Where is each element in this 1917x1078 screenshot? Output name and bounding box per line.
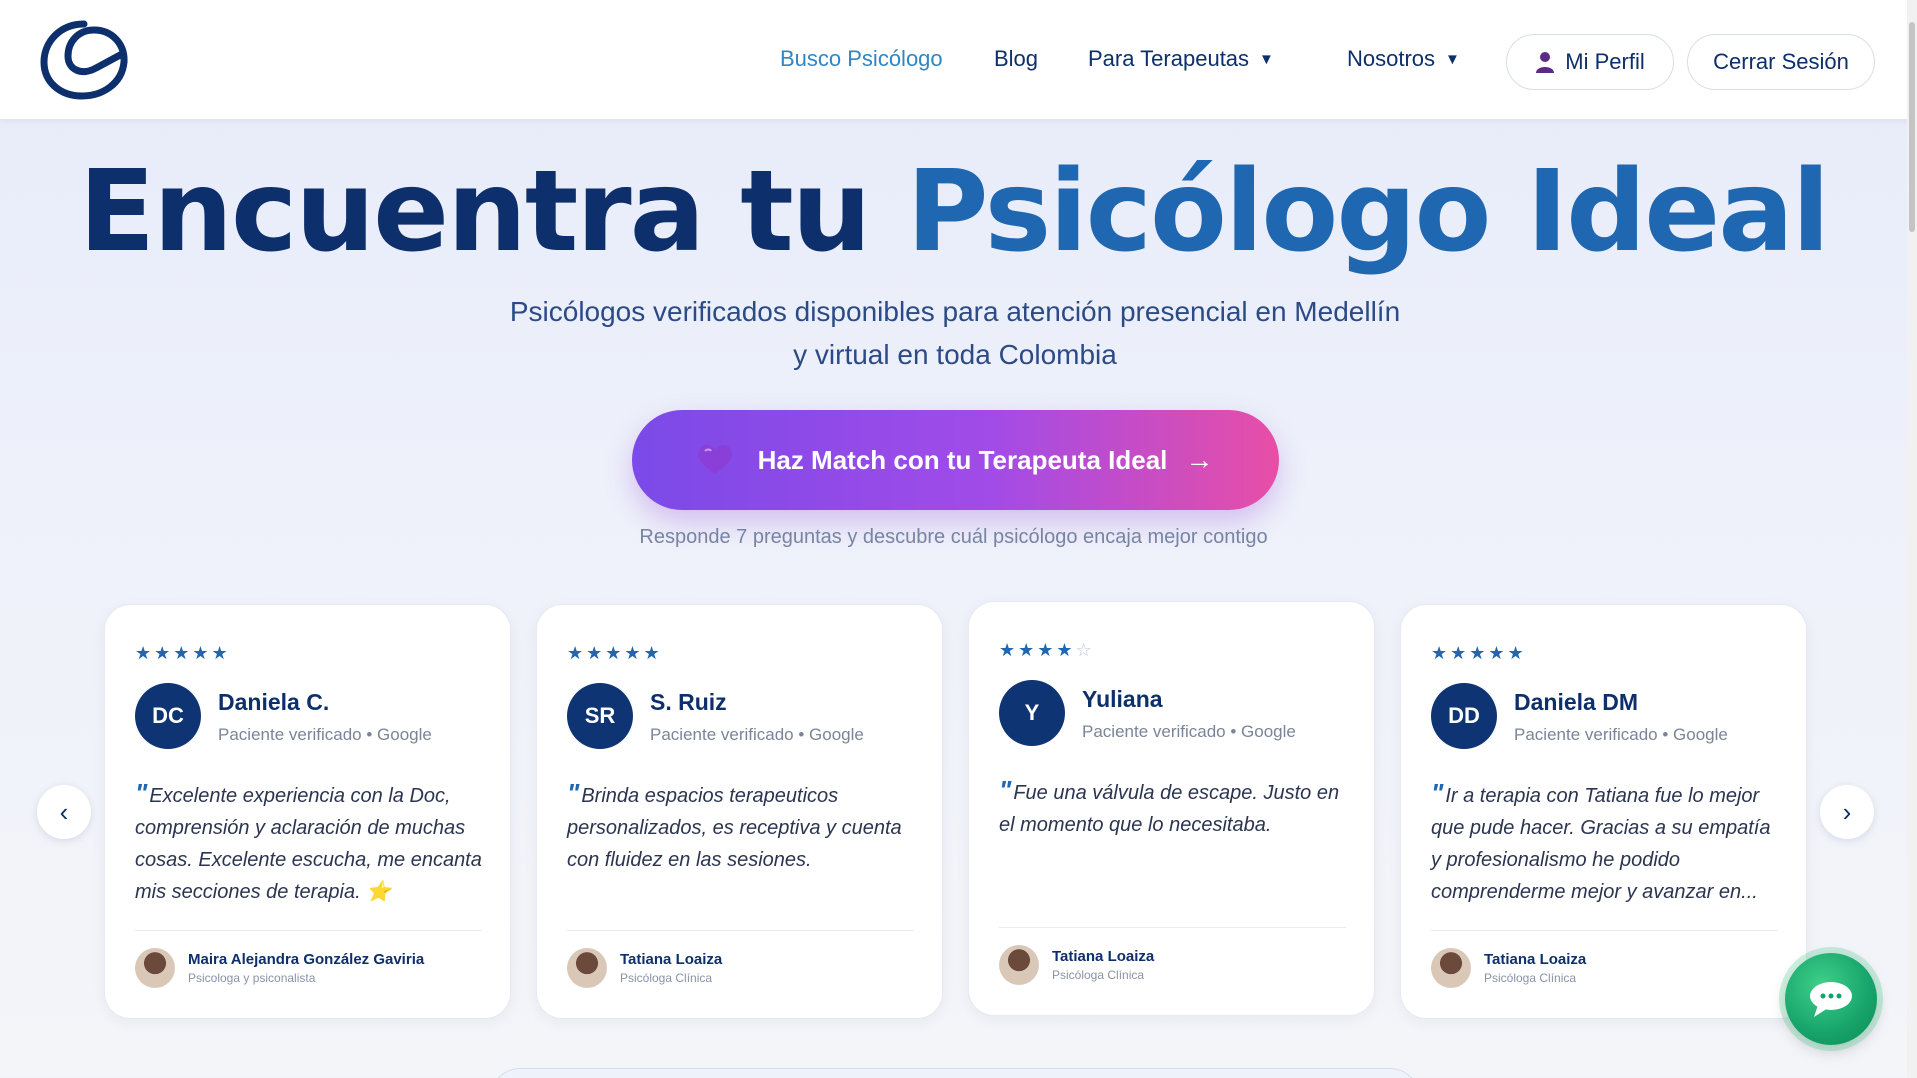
review-card: ★★★★★ DD Daniela DM Paciente verificado … — [1400, 604, 1807, 1019]
reviewer-name: S. Ruiz — [650, 689, 727, 715]
therapist-name[interactable]: Tatiana Loaiza — [1052, 948, 1154, 965]
nav-blog[interactable]: Blog — [994, 46, 1038, 72]
hero-subtitle: Psicólogos verificados disponibles para … — [509, 296, 1401, 370]
therapist-avatar — [1431, 948, 1471, 988]
nav-para-terapeutas[interactable]: Para Terapeutas ▼ — [1088, 46, 1274, 72]
star-icon: ★★★★★ — [567, 643, 663, 663]
title-part-dark: Encuentra tu — [78, 147, 872, 277]
logo-icon[interactable] — [38, 18, 130, 100]
therapist-role: Psicóloga Clínica — [1484, 971, 1577, 985]
nav-busco-psicologo[interactable]: Busco Psicólogo — [780, 46, 943, 72]
scrollbar-thumb[interactable] — [1909, 22, 1915, 232]
chevron-right-icon: › — [1842, 796, 1852, 827]
star-icon: ★★★★★ — [1431, 643, 1527, 663]
nav-nosotros-label: Nosotros — [1347, 46, 1436, 71]
mi-perfil-label: Mi Perfil — [1565, 49, 1645, 74]
avatar: SR — [567, 683, 633, 749]
cerrar-sesion-label: Cerrar Sesión — [1713, 49, 1849, 74]
avatar: DC — [135, 683, 201, 749]
rating-stars: ★★★★★ — [567, 643, 663, 664]
reviewer-name: Daniela C. — [218, 689, 330, 715]
arrow-right-icon: → — [1185, 444, 1214, 475]
cta-note: Responde 7 preguntas y descubre cuál psi… — [639, 526, 1268, 548]
reviewer-meta: Paciente verificado • Google — [1082, 722, 1296, 741]
star-icon: ★★★★★ — [135, 643, 231, 663]
review-card: ★★★★☆ Y Yuliana Paciente verificado • Go… — [968, 601, 1375, 1016]
carousel-next-button[interactable]: › — [1820, 785, 1874, 839]
therapist-name[interactable]: Tatiana Loaiza — [1484, 951, 1586, 968]
therapist-role: Psicóloga Clínica — [1052, 968, 1145, 982]
nav-nosotros[interactable]: Nosotros ▼ — [1347, 46, 1460, 72]
therapist-name[interactable]: Maira Alejandra González Gaviria — [188, 951, 424, 968]
rating-stars: ★★★★★ — [1431, 643, 1527, 664]
avatar: DD — [1431, 683, 1497, 749]
purple-heart-icon — [697, 445, 732, 474]
avatar: Y — [999, 680, 1065, 746]
reviewer-name: Yuliana — [1082, 686, 1163, 712]
review-text: " Ir a terapia con Tatiana fue lo mejor q… — [1431, 777, 1786, 908]
chevron-down-icon: ▼ — [1259, 51, 1274, 68]
therapist-avatar — [567, 948, 607, 988]
star-empty-icon: ☆ — [1075, 640, 1095, 660]
page-title: Encuentra tu Psicólogo Ideal — [0, 148, 1907, 277]
cerrar-sesion-button[interactable]: Cerrar Sesión — [1687, 34, 1875, 90]
review-body: Excelente experiencia con la Doc, compre… — [135, 785, 482, 903]
quote-icon: " — [567, 778, 580, 808]
therapist-role: Psicóloga Clínica — [620, 971, 713, 985]
quote-icon: " — [135, 778, 148, 808]
rating-stars: ★★★★☆ — [999, 640, 1095, 661]
title-part-light: Psicólogo Ideal — [906, 147, 1830, 277]
reviewer-name: Daniela DM — [1514, 689, 1638, 715]
reviewer-meta: Paciente verificado • Google — [218, 725, 432, 744]
therapist-avatar — [999, 945, 1039, 985]
divider — [999, 927, 1346, 928]
chat-widget-button[interactable] — [1785, 953, 1877, 1045]
review-card: ★★★★★ SR S. Ruiz Paciente verificado • G… — [536, 604, 943, 1019]
review-body: Brinda espacios terapeuticos personaliza… — [567, 785, 902, 871]
reviewer-meta: Paciente verificado • Google — [1514, 725, 1728, 744]
review-body: Fue una válvula de escape. Justo en el m… — [999, 782, 1340, 836]
therapist-name[interactable]: Tatiana Loaiza — [620, 951, 722, 968]
review-text: " Brinda espacios terapeuticos personaliz… — [567, 777, 922, 876]
next-section-peek — [490, 1068, 1420, 1078]
chevron-down-icon: ▼ — [1445, 51, 1460, 68]
quote-icon: " — [1431, 778, 1444, 808]
therapist-avatar — [135, 948, 175, 988]
divider — [567, 930, 914, 931]
review-text: " Excelente experiencia con la Doc, compr… — [135, 777, 490, 908]
review-body: Ir a terapia con Tatiana fue lo mejor qu… — [1431, 785, 1771, 903]
rating-stars: ★★★★★ — [135, 643, 231, 664]
match-cta-button[interactable]: Haz Match con tu Terapeuta Ideal → — [632, 410, 1279, 510]
review-card: ★★★★★ DC Daniela C. Paciente verificado … — [104, 604, 511, 1019]
site-header: Busco Psicólogo Blog Para Terapeutas ▼ No… — [0, 0, 1917, 119]
review-text: " Fue una válvula de escape. Justo en el … — [999, 774, 1354, 841]
star-icon: ★★★★ — [999, 640, 1076, 660]
carousel-prev-button[interactable]: ‹ — [37, 785, 91, 839]
mi-perfil-button[interactable]: Mi Perfil — [1506, 34, 1674, 90]
divider — [1431, 930, 1778, 931]
chevron-left-icon: ‹ — [59, 796, 69, 827]
therapist-role: Psicologa y psiconalista — [188, 971, 316, 985]
match-cta-label: Haz Match con tu Terapeuta Ideal — [757, 444, 1168, 475]
page-scrollbar[interactable] — [1907, 0, 1917, 1078]
nav-para-terapeutas-label: Para Terapeutas — [1088, 46, 1250, 71]
user-icon — [1536, 52, 1555, 73]
divider — [135, 930, 482, 931]
chat-bubble-icon — [1810, 982, 1852, 1017]
quote-icon: " — [999, 775, 1012, 805]
reviewer-meta: Paciente verificado • Google — [650, 725, 864, 744]
